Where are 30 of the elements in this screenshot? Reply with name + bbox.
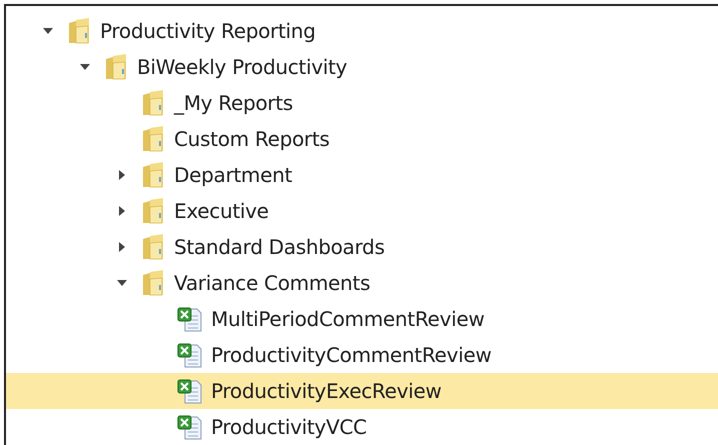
- spreadsheet-icon: [177, 342, 203, 368]
- folder-icon: [140, 161, 166, 189]
- spreadsheet-icon: [177, 378, 203, 404]
- folder-icon: [140, 269, 166, 297]
- collapsed-arrow-icon[interactable]: [118, 241, 126, 253]
- spreadsheet-icon: [177, 306, 203, 332]
- tree-item[interactable]: ProductivityExecReview: [6, 373, 718, 409]
- tree-item[interactable]: Variance Comments: [6, 265, 718, 301]
- tree-item[interactable]: _My Reports: [6, 85, 718, 121]
- tree-item[interactable]: Standard Dashboards: [6, 229, 718, 265]
- tree-item[interactable]: Department: [6, 157, 718, 193]
- tree-item[interactable]: BiWeekly Productivity: [6, 49, 718, 85]
- folder-icon: [103, 53, 129, 81]
- tree-item[interactable]: ProductivityCommentReview: [6, 337, 718, 373]
- folder-icon: [140, 197, 166, 225]
- folder-icon: [140, 89, 166, 117]
- spreadsheet-icon: [177, 414, 203, 440]
- tree-item[interactable]: ProductivityVCC: [6, 409, 718, 445]
- collapsed-arrow-icon[interactable]: [118, 205, 126, 217]
- expanded-arrow-icon[interactable]: [116, 279, 128, 287]
- expanded-arrow-icon[interactable]: [42, 27, 54, 35]
- tree-item[interactable]: Custom Reports: [6, 121, 718, 157]
- tree-item[interactable]: Productivity Reporting: [6, 13, 718, 49]
- folder-icon: [140, 233, 166, 261]
- folder-icon: [140, 125, 166, 153]
- folder-icon: [66, 17, 92, 45]
- tree-item[interactable]: MultiPeriodCommentReview: [6, 301, 718, 337]
- expanded-arrow-icon[interactable]: [79, 63, 91, 71]
- collapsed-arrow-icon[interactable]: [118, 169, 126, 181]
- tree-item[interactable]: Executive: [6, 193, 718, 229]
